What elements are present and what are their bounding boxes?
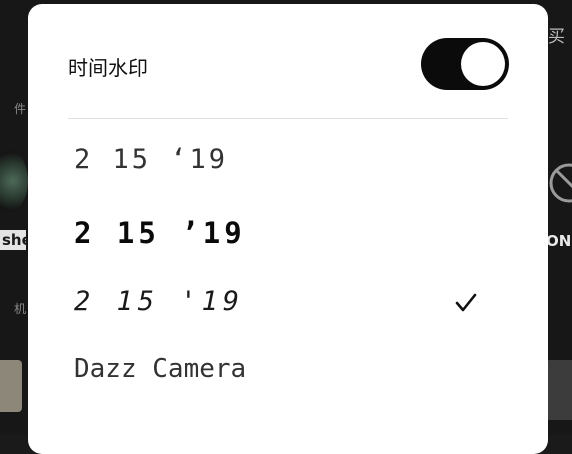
divider bbox=[68, 118, 508, 119]
background-camera-name: she bbox=[0, 230, 26, 250]
date-stamp-toggle[interactable] bbox=[421, 38, 509, 90]
camera-lens-thumbnail bbox=[0, 150, 28, 212]
date-format-option-selected[interactable]: 2 15 '19 bbox=[28, 270, 548, 334]
date-format-option[interactable]: 2 15 ’19 bbox=[28, 202, 548, 266]
date-stamp-sheet: 时间水印 2 15 ‘19 2 15 ’19 2 15 '19 Dazz Cam… bbox=[28, 4, 548, 454]
camera-thumbnail bbox=[0, 360, 22, 412]
checkmark-icon bbox=[454, 292, 478, 314]
date-format-label: 2 15 ‘19 bbox=[74, 144, 229, 175]
date-format-option[interactable]: Dazz Camera bbox=[28, 340, 548, 404]
toggle-knob bbox=[461, 42, 505, 86]
date-stamp-header: 时间水印 bbox=[28, 4, 548, 118]
disabled-circle-icon bbox=[546, 160, 572, 206]
background-label: 买 bbox=[548, 27, 565, 47]
date-format-label: 2 15 ’19 bbox=[74, 216, 246, 250]
date-format-option[interactable]: 2 15 ‘19 bbox=[28, 130, 548, 194]
sheet-title: 时间水印 bbox=[68, 56, 148, 80]
background-camera-name: ON bbox=[546, 232, 572, 250]
camera-thumbnail bbox=[546, 360, 572, 420]
background-label: 机 bbox=[13, 302, 26, 316]
date-format-label: 2 15 '19 bbox=[74, 286, 245, 317]
background-label: 件 bbox=[13, 102, 26, 116]
date-format-label: Dazz Camera bbox=[74, 354, 247, 384]
